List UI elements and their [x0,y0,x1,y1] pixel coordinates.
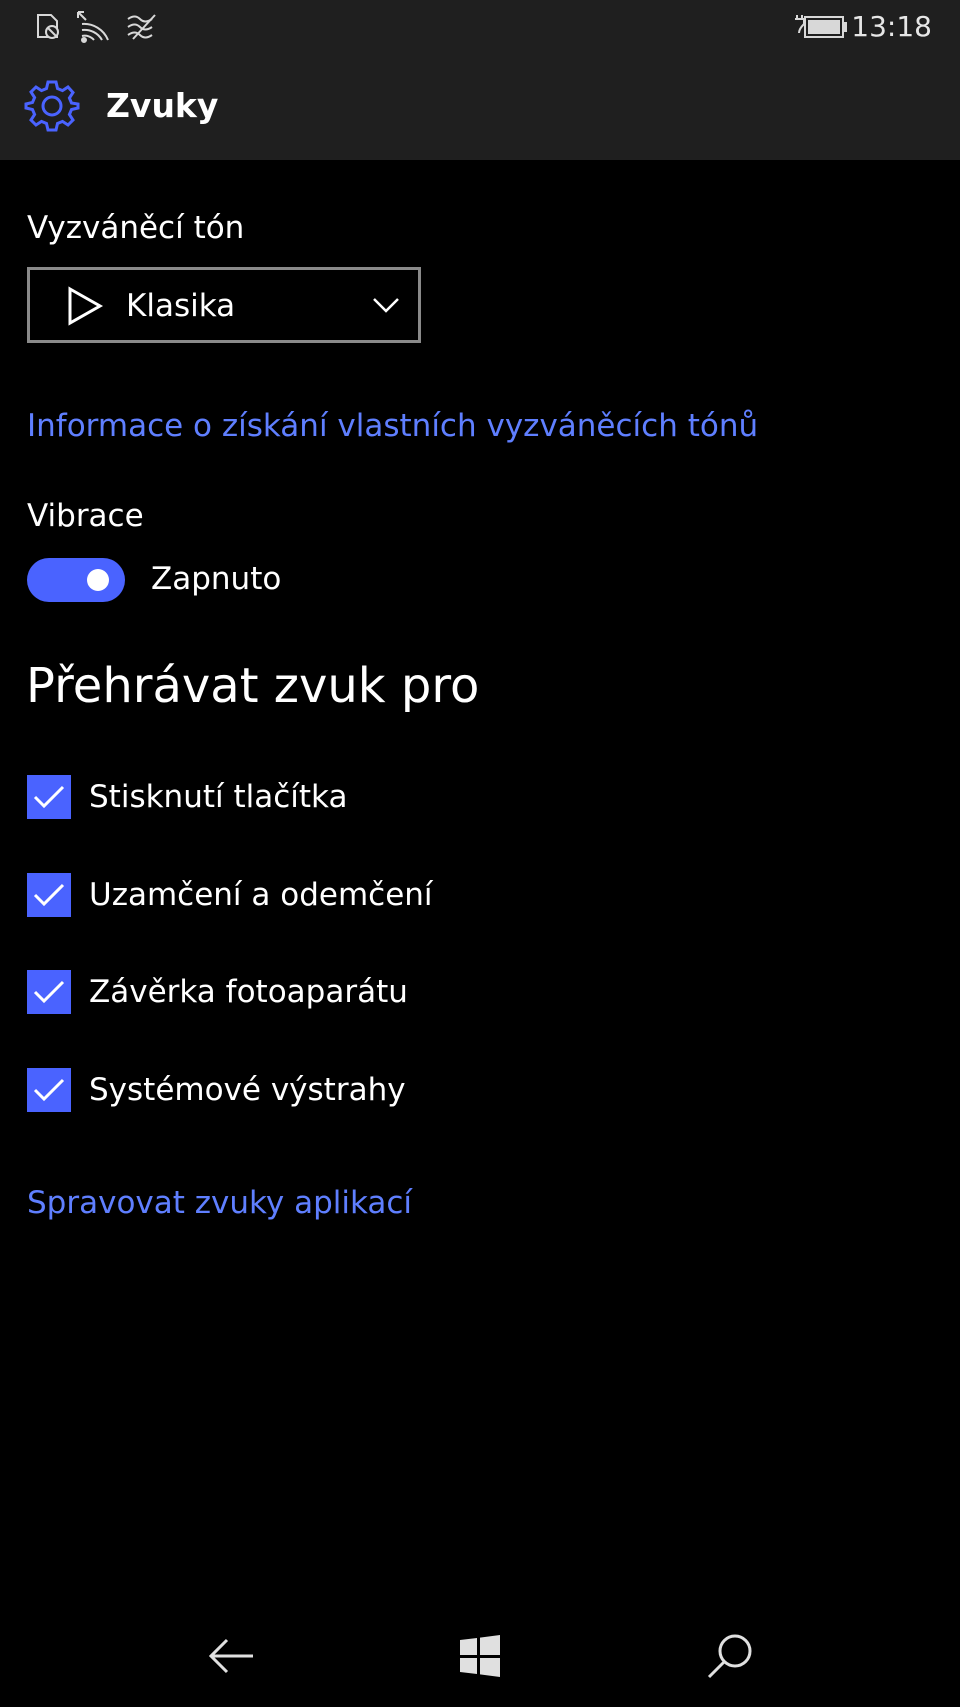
back-arrow-icon[interactable] [203,1628,259,1684]
wifi-icon [74,8,110,44]
toggle-knob [87,569,109,591]
cellular-off-icon [124,8,160,44]
checkbox-system-alerts[interactable]: Systémové výstrahy [27,1068,406,1112]
checkbox-label: Systémové výstrahy [89,1072,406,1108]
checkbox-label: Stisknutí tlačítka [89,779,348,815]
ringtone-dropdown[interactable]: Klasika [27,267,421,343]
checkbox-lock-unlock[interactable]: Uzamčení a odemčení [27,873,433,917]
ringtone-selected-value: Klasika [126,288,236,324]
checkbox-label: Uzamčení a odemčení [89,877,433,913]
windows-logo-icon[interactable] [452,1628,508,1684]
gear-icon [24,78,80,134]
checkbox-checked[interactable] [27,970,71,1014]
checkbox-camera-shutter[interactable]: Závěrka fotoaparátu [27,970,408,1014]
chevron-down-icon [372,296,400,314]
ringtone-label: Vyzváněcí tón [27,210,245,246]
checkbox-label: Závěrka fotoaparátu [89,974,408,1010]
vibration-label: Vibrace [27,498,144,534]
section-heading: Přehrávat zvuk pro [26,658,480,714]
vibration-toggle-state: Zapnuto [151,561,282,597]
status-bar: 13:18 [0,0,960,52]
sim-off-icon [30,8,66,44]
checkbox-checked[interactable] [27,1068,71,1112]
checkbox-button-press[interactable]: Stisknutí tlačítka [27,775,347,819]
checkbox-checked[interactable] [27,775,71,819]
custom-ringtones-info-link[interactable]: Informace o získání vlastních vyzváněcíc… [27,408,758,444]
checkbox-checked[interactable] [27,873,71,917]
vibration-toggle[interactable] [27,558,125,602]
battery-charging-icon [792,8,850,44]
app-header: Zvuky [0,52,960,160]
page-title: Zvuky [106,86,219,125]
manage-app-sounds-link[interactable]: Spravovat zvuky aplikací [27,1185,412,1221]
search-icon[interactable] [702,1628,758,1684]
navigation-bar [0,1602,960,1707]
clock-time: 13:18 [851,10,932,43]
play-icon[interactable] [66,286,104,326]
